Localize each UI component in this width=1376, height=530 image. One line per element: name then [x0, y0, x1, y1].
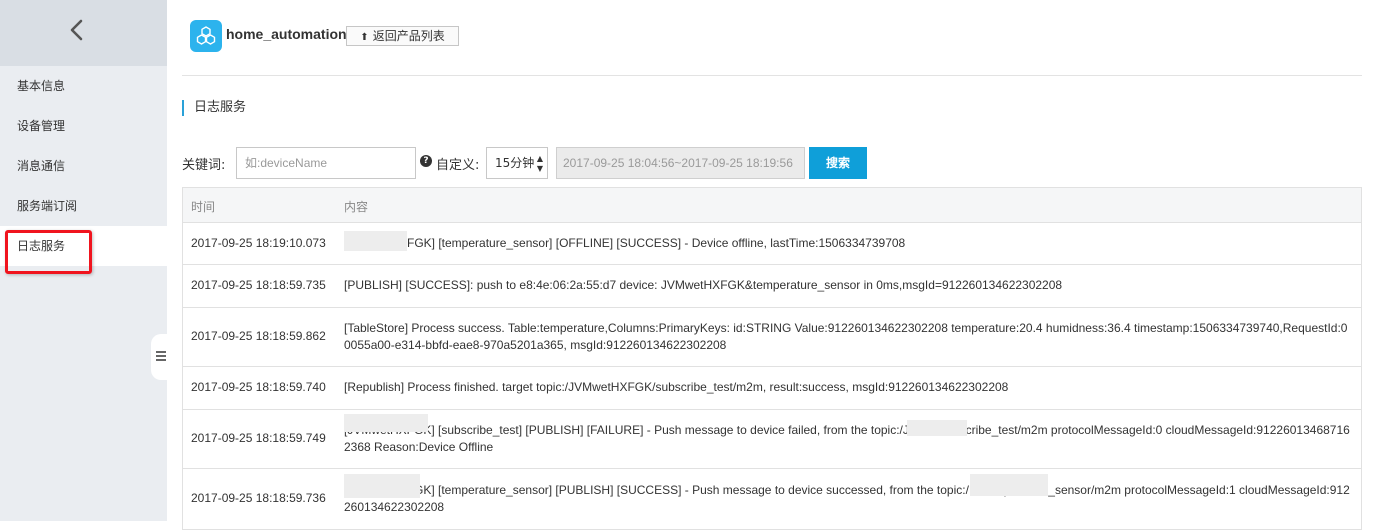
sidebar: 基本信息 设备管理 消息通信 服务端订阅 日志服务 — [0, 0, 169, 521]
sidebar-item-device-management[interactable]: 设备管理 — [0, 106, 167, 146]
keyword-label: 关键词: — [182, 158, 226, 173]
row-content: [PUBLISH] [SUCCESS]: push to e8:4e:06:2a… — [344, 278, 1063, 292]
product-logo — [190, 20, 222, 52]
redaction-mask — [970, 474, 1048, 496]
help-icon[interactable]: ? — [420, 155, 432, 167]
row-content: [JVMwetHXFGK] [subscribe_test] [PUBLISH]… — [344, 423, 1350, 454]
row-time: 2017-09-25 18:18:59.736 — [191, 491, 326, 505]
table-row: 2017-09-25 18:19:10.073 FGK] [temperatur… — [183, 223, 1361, 265]
row-content: [JVMwetHXFGK] [temperature_sensor] [PUBL… — [344, 483, 1350, 514]
row-time: 2017-09-25 18:18:59.749 — [191, 431, 326, 445]
row-time: 2017-09-25 18:18:59.735 — [191, 278, 326, 292]
search-button[interactable]: 搜索 — [809, 147, 867, 179]
section-title: 日志服务 — [182, 100, 246, 116]
sidebar-item-basic-info[interactable]: 基本信息 — [0, 66, 167, 106]
menu-icon — [156, 351, 166, 361]
chevron-left-icon — [70, 19, 83, 41]
row-time: 2017-09-25 18:18:59.862 — [191, 329, 326, 343]
redaction-mask — [344, 414, 428, 432]
row-time: 2017-09-25 18:18:59.740 — [191, 380, 326, 394]
table-header: 时间 内容 — [183, 188, 1361, 223]
upload-arrow-icon: ⬆ — [360, 32, 369, 43]
table-row: 2017-09-25 18:18:59.740 [Republish] Proc… — [183, 367, 1361, 410]
sidebar-item-server-subscription[interactable]: 服务端订阅 — [0, 186, 167, 226]
date-range-input[interactable]: 2017-09-25 18:04:56~2017-09-25 18:19:56 — [556, 147, 805, 179]
sidebar-collapse-handle[interactable] — [151, 334, 169, 380]
redaction-mask — [344, 231, 407, 251]
column-header-time: 时间 — [191, 200, 216, 214]
header-divider — [182, 75, 1362, 76]
back-to-product-list-button[interactable]: ⬆ 返回产品列表 — [346, 26, 459, 46]
time-range-value: 15分钟 — [495, 156, 535, 170]
custom-range-label: 自定义: — [436, 158, 480, 173]
select-updown-icon: ▲ ▼ — [536, 154, 543, 173]
keyword-input[interactable] — [236, 147, 416, 179]
product-name: home_automation — [226, 26, 347, 42]
row-time: 2017-09-25 18:19:10.073 — [191, 236, 326, 250]
annotation-highlight-box — [5, 230, 92, 274]
row-content: FGK] [temperature_sensor] [OFFLINE] [SUC… — [407, 236, 906, 250]
back-button-label: 返回产品列表 — [372, 29, 445, 43]
row-content: [Republish] Process finished. target top… — [344, 380, 1009, 394]
sidebar-item-message-communication[interactable]: 消息通信 — [0, 146, 167, 186]
row-content: [TableStore] Process success. Table:temp… — [344, 321, 1348, 352]
redaction-mask — [344, 474, 420, 498]
time-range-select[interactable]: 15分钟 ▲ ▼ — [486, 147, 548, 179]
table-row: 2017-09-25 18:18:59.862 [TableStore] Pro… — [183, 308, 1361, 367]
redaction-mask — [907, 420, 967, 436]
table-row: 2017-09-25 18:18:59.749 [JVMwetHXFGK] [s… — [183, 410, 1361, 469]
table-row: 2017-09-25 18:18:59.735 [PUBLISH] [SUCCE… — [183, 265, 1361, 308]
column-header-content: 内容 — [344, 200, 369, 214]
log-table: 时间 内容 2017-09-25 18:19:10.073 FGK] [temp… — [182, 187, 1362, 530]
cubes-icon — [196, 26, 216, 45]
sidebar-back-button[interactable] — [0, 0, 167, 66]
